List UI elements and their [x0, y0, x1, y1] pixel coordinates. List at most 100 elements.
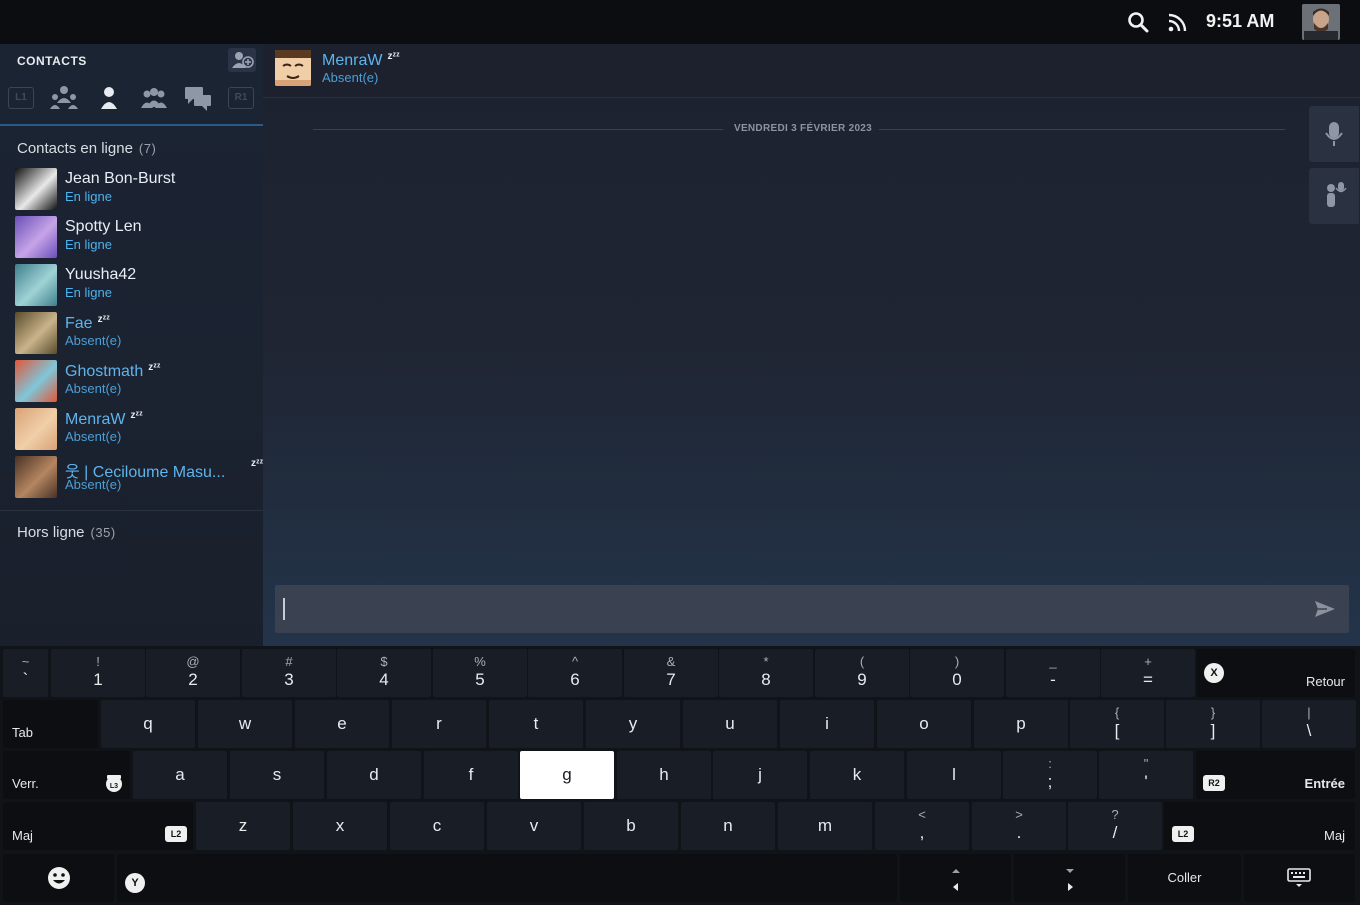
key-n[interactable]: n: [681, 802, 775, 850]
key-2[interactable]: @2: [146, 649, 240, 697]
key-v[interactable]: v: [487, 802, 581, 850]
shift-left-key[interactable]: Maj L2: [3, 802, 193, 850]
enter-key[interactable]: R2 Entrée: [1196, 751, 1355, 799]
contact-row[interactable]: Jean Bon-Burst En ligne: [0, 168, 263, 216]
key-b[interactable]: b: [584, 802, 678, 850]
key-m[interactable]: m: [778, 802, 872, 850]
contact-row[interactable]: MenraW zᶻᶻ Absent(e): [0, 408, 263, 456]
cursor-right-key[interactable]: [1014, 854, 1125, 902]
contact-row[interactable]: Yuusha42 En ligne: [0, 264, 263, 312]
key-a[interactable]: a: [133, 751, 227, 799]
send-icon[interactable]: [1313, 599, 1337, 619]
contact-filters: L1 R1: [0, 78, 263, 126]
key-y[interactable]: y: [586, 700, 680, 748]
key-char: 4: [379, 670, 389, 689]
contact-name: Jean Bon-Burst: [65, 170, 176, 187]
contact-row[interactable]: 웃 | Ceciloume Masu... zᶻᶻ Absent(e): [0, 456, 263, 504]
key-q[interactable]: q: [101, 700, 195, 748]
key-f[interactable]: f: [424, 751, 518, 799]
key-d[interactable]: d: [327, 751, 421, 799]
emoji-key[interactable]: [3, 854, 114, 902]
chat-avatar[interactable]: [275, 50, 311, 86]
key-r[interactable]: r: [392, 700, 486, 748]
key-p[interactable]: p: [974, 700, 1068, 748]
key-z[interactable]: z: [196, 802, 290, 850]
key-x[interactable]: x: [293, 802, 387, 850]
key-symbol[interactable]: {[: [1070, 700, 1164, 748]
key-1[interactable]: ! 1: [51, 649, 145, 697]
key-symbol[interactable]: :;: [1003, 751, 1097, 799]
key-symbol[interactable]: ? /: [1068, 802, 1162, 850]
message-input[interactable]: [275, 585, 1349, 633]
rss-icon[interactable]: [1166, 10, 1190, 34]
contact-row[interactable]: Spotty Len En ligne: [0, 216, 263, 264]
key-3[interactable]: #3: [242, 649, 336, 697]
group-icon[interactable]: [138, 83, 170, 113]
cursor-left-key[interactable]: [900, 854, 1011, 902]
contact-status: En ligne: [65, 237, 112, 252]
key-c[interactable]: c: [390, 802, 484, 850]
contact-row[interactable]: Ghostmath zᶻᶻ Absent(e): [0, 360, 263, 408]
key-symbol[interactable]: + =: [1101, 649, 1195, 697]
search-icon[interactable]: [1126, 10, 1150, 34]
backspace-label: Retour: [1305, 674, 1345, 689]
key-h[interactable]: h: [617, 751, 711, 799]
person-icon[interactable]: [96, 83, 122, 113]
contact-row[interactable]: Fae zᶻᶻ Absent(e): [0, 312, 263, 360]
key-6[interactable]: ^ 6: [528, 649, 622, 697]
key-u[interactable]: u: [683, 700, 777, 748]
paste-key[interactable]: Coller: [1128, 854, 1241, 902]
key-i[interactable]: i: [780, 700, 874, 748]
space-key[interactable]: Y: [117, 854, 897, 902]
key-w[interactable]: w: [198, 700, 292, 748]
offline-contacts-header[interactable]: Hors ligne (35): [17, 524, 116, 541]
key-g[interactable]: g: [520, 751, 614, 799]
key-symbol[interactable]: ~ `: [3, 649, 48, 697]
key-e[interactable]: e: [295, 700, 389, 748]
key-shift-char: >: [1015, 807, 1023, 822]
invite-to-voice-button[interactable]: [1309, 168, 1359, 224]
key-char: o: [919, 714, 929, 733]
key-s[interactable]: s: [230, 751, 324, 799]
key-5[interactable]: % 5: [433, 649, 527, 697]
caps-lock-key[interactable]: Verr. L3: [3, 751, 130, 799]
key-shift-char: :: [1048, 756, 1052, 771]
key-char: =: [1143, 670, 1153, 689]
key-char: v: [529, 816, 539, 835]
away-zzz-icon: zᶻᶻ: [387, 51, 400, 62]
key-j[interactable]: j: [713, 751, 807, 799]
key-symbol[interactable]: }]: [1166, 700, 1260, 748]
key-symbol[interactable]: <,: [875, 802, 969, 850]
key-char: e: [337, 714, 347, 733]
key-4[interactable]: $4: [337, 649, 431, 697]
key-symbol[interactable]: >.: [972, 802, 1066, 850]
key-symbol[interactable]: " ': [1099, 751, 1193, 799]
tab-key[interactable]: Tab: [3, 700, 98, 748]
key-9[interactable]: (9: [815, 649, 909, 697]
key-k[interactable]: k: [810, 751, 904, 799]
away-zzz-icon: zᶻᶻ: [130, 410, 143, 421]
backspace-key[interactable]: X Retour: [1197, 649, 1355, 697]
key-t[interactable]: t: [489, 700, 583, 748]
add-friend-button[interactable]: [228, 48, 256, 72]
voice-chat-button[interactable]: [1309, 106, 1359, 162]
user-avatar[interactable]: [1302, 4, 1340, 40]
shift-right-key[interactable]: L2 Maj: [1164, 802, 1355, 850]
key-symbol[interactable]: _ -: [1006, 649, 1100, 697]
key-0[interactable]: ) 0: [910, 649, 1004, 697]
key-symbol[interactable]: | \: [1262, 700, 1356, 748]
key-shift-char: _: [1049, 654, 1057, 669]
key-char: ,: [919, 823, 925, 842]
online-contacts-header[interactable]: Contacts en ligne (7): [17, 140, 156, 157]
key-l[interactable]: l: [907, 751, 1001, 799]
shift-left-label: Maj: [12, 828, 33, 843]
key-char: `: [22, 670, 29, 689]
contact-name: Yuusha42: [65, 266, 137, 283]
chats-icon[interactable]: [182, 83, 214, 113]
text-caret: [283, 598, 285, 620]
key-o[interactable]: o: [877, 700, 971, 748]
key-7[interactable]: & 7: [624, 649, 718, 697]
friends-group-icon[interactable]: [48, 83, 80, 113]
key-8[interactable]: * 8: [719, 649, 813, 697]
hide-keyboard-key[interactable]: [1244, 854, 1355, 902]
